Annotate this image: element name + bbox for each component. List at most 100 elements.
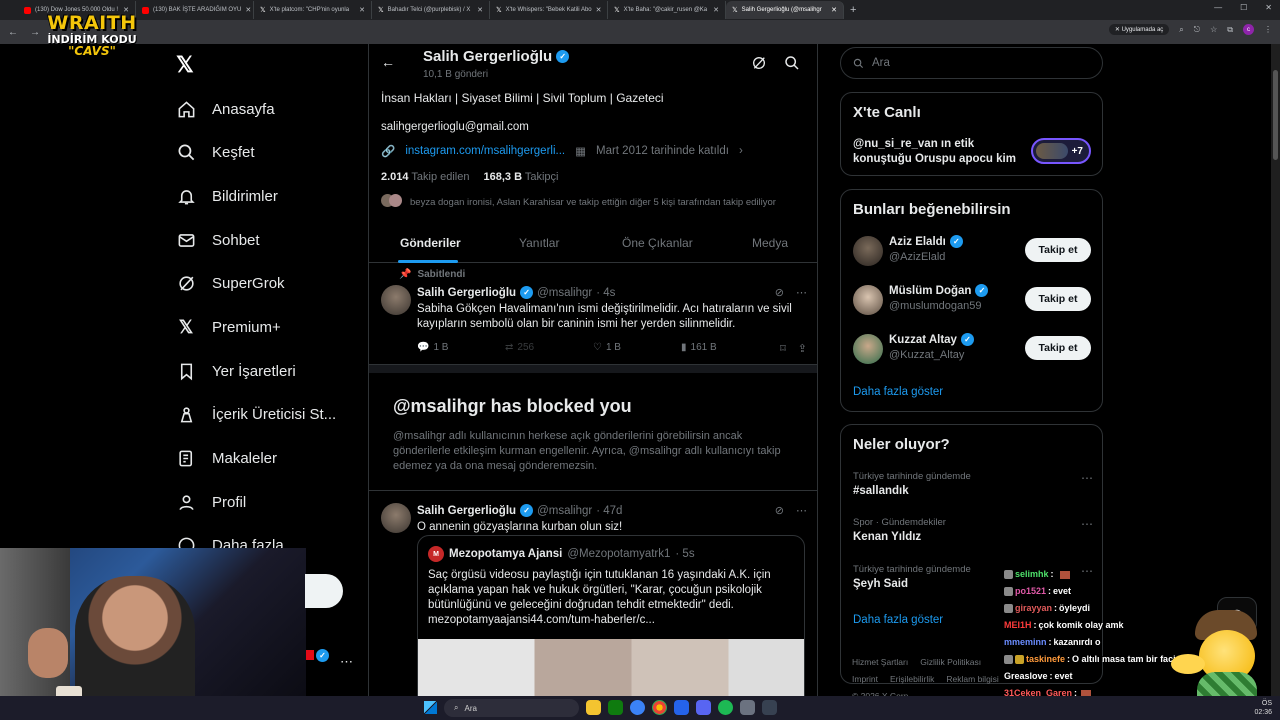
follow-button[interactable]: Takip et <box>1025 238 1091 262</box>
quote-image[interactable] <box>418 639 804 696</box>
following-stat[interactable]: 2.014 Takip edilen <box>381 171 469 183</box>
profile-link[interactable]: instagram.com/msalihgergerli... <box>405 145 565 157</box>
views-button[interactable]: ▮ 161 B <box>681 342 769 353</box>
live-listeners[interactable]: +7 <box>1031 138 1091 164</box>
browser-tab[interactable]: 𝕏 X'te Baha: "@cakir_rusen @Ka ✕ <box>608 1 726 19</box>
footer-link[interactable]: Reklam bilgisi <box>946 674 998 684</box>
nav-item-notifications[interactable]: Bildirimler <box>176 181 278 211</box>
live-space-title[interactable]: @nu_si_re_van ın etik konuştuğu Oruspu a… <box>853 137 1023 167</box>
tab-posts[interactable]: Gönderiler <box>400 236 461 250</box>
nav-item-messages[interactable]: Sohbet <box>176 225 260 255</box>
follow-button[interactable]: Takip et <box>1025 287 1091 311</box>
close-icon[interactable]: ✕ <box>359 6 365 14</box>
windows-start-icon[interactable] <box>424 701 437 714</box>
avatar[interactable] <box>853 285 883 315</box>
zoom-icon[interactable]: ⌕ <box>1179 25 1183 35</box>
suggestion-item[interactable]: Aziz Elaldı ✓ @AzizElald Takip et <box>853 235 1093 271</box>
nav-item-creator-studio[interactable]: İçerik Üreticisi St... <box>176 399 336 429</box>
followers-stat[interactable]: 168,3 B Takipçi <box>483 171 558 183</box>
footer-link[interactable]: Gizlilik Politikası <box>920 657 981 667</box>
scrollbar-thumb[interactable] <box>1273 70 1278 160</box>
nav-item-home[interactable]: Anasayfa <box>176 94 275 124</box>
tab-replies[interactable]: Yanıtlar <box>519 236 559 250</box>
followed-by[interactable]: beyza dogan ironisi, Aslan Karahisar ve … <box>381 194 776 210</box>
browser-tab[interactable]: 𝕏 Bahadır Telci (@purplebisk) / X ✕ <box>372 1 490 19</box>
browser-tab[interactable]: 𝕏 X'te Whispers: "Bebek Katili Abo ✕ <box>490 1 608 19</box>
file-explorer-icon[interactable] <box>586 700 601 715</box>
nav-item-premium[interactable]: 𝕏 Premium+ <box>176 312 281 342</box>
extensions-icon[interactable]: ⧉ <box>1227 25 1233 35</box>
tweet[interactable]: Salih Gergerlioğlu ✓ @msalihgr · 47d ⊘ ⋯… <box>369 491 817 696</box>
back-arrow-icon[interactable]: ← <box>381 54 395 70</box>
app-icon[interactable] <box>674 700 689 715</box>
menu-icon[interactable]: ⋮ <box>1264 25 1272 34</box>
profile-avatar[interactable]: c <box>1243 24 1254 35</box>
close-window-icon[interactable]: ✕ <box>1265 3 1272 12</box>
star-icon[interactable]: ☆ <box>1210 25 1217 34</box>
avatar[interactable] <box>853 236 883 266</box>
back-icon[interactable]: ← <box>8 27 22 38</box>
show-more-link[interactable]: Daha fazla göster <box>853 386 943 398</box>
search-icon[interactable] <box>784 55 800 71</box>
like-button[interactable]: ♡ 1 B <box>593 342 681 353</box>
close-icon[interactable]: ✕ <box>713 6 719 14</box>
footer-link[interactable]: Hizmet Şartları <box>852 657 908 667</box>
grok-icon[interactable] <box>751 55 767 71</box>
bookmark-icon[interactable]: ⌑ <box>780 342 786 355</box>
share-icon[interactable]: ⎋ <box>1194 25 1200 35</box>
suggestion-item[interactable]: Müslüm Doğan ✓ @muslumdogan59 Takip et <box>853 284 1093 320</box>
suggestion-item[interactable]: Kuzzat Altay ✓ @Kuzzat_Altay Takip et <box>853 333 1093 369</box>
maximize-icon[interactable]: ☐ <box>1240 3 1247 12</box>
minimize-icon[interactable]: — <box>1214 3 1222 12</box>
app-icon[interactable] <box>740 700 755 715</box>
trend-item[interactable]: Spor · Gündemdekiler Kenan Yıldız ⋯ <box>853 517 1093 543</box>
show-more-link[interactable]: Daha fazla göster <box>853 614 943 626</box>
spotify-icon[interactable] <box>718 700 733 715</box>
footer-link[interactable]: Erişilebilirlik <box>890 674 934 684</box>
taskbar-search[interactable]: ⌕ Ara <box>444 699 579 717</box>
footer-link[interactable]: Imprint <box>852 674 878 684</box>
grok-icon[interactable]: ⊘ <box>775 504 784 517</box>
share-icon[interactable]: ⇪ <box>798 342 807 355</box>
browser-tab[interactable]: (130) BAK İŞTE ARADIĞIM OYU ✕ <box>136 1 254 19</box>
nav-item-articles[interactable]: Makaleler <box>176 443 277 473</box>
reply-button[interactable]: 💬 1 B <box>417 342 505 353</box>
chevron-right-icon[interactable]: › <box>739 145 743 157</box>
account-menu-icon[interactable]: ⋯ <box>340 654 353 670</box>
nav-item-bookmarks[interactable]: Yer İşaretleri <box>176 356 296 386</box>
avatar[interactable] <box>381 285 411 315</box>
trend-item[interactable]: Türkiye tarihinde gündemde #sallandık ⋯ <box>853 471 1093 497</box>
tab-media[interactable]: Medya <box>752 236 788 250</box>
edge-icon[interactable] <box>630 700 645 715</box>
avatar[interactable] <box>853 334 883 364</box>
avatar[interactable] <box>381 503 411 533</box>
retweet-button[interactable]: ⇄ 256 <box>505 342 593 353</box>
follow-button[interactable]: Takip et <box>1025 336 1091 360</box>
post-button[interactable] <box>305 574 343 608</box>
quoted-tweet[interactable]: M Mezopotamya Ajansi @Mezopotamyatrk1 · … <box>417 535 805 696</box>
browser-tab[interactable]: 𝕏 X'te platcom: "CHP'nin oyunla ✕ <box>254 1 372 19</box>
more-icon[interactable]: ⋯ <box>1081 517 1093 531</box>
chrome-icon[interactable] <box>652 700 667 715</box>
x-logo-icon[interactable]: 𝕏 <box>176 52 194 78</box>
obs-icon[interactable] <box>762 700 777 715</box>
close-icon[interactable]: ✕ <box>477 6 483 14</box>
tab-highlights[interactable]: Öne Çıkanlar <box>622 236 693 250</box>
close-icon[interactable]: ✕ <box>831 6 837 14</box>
close-icon[interactable]: ✕ <box>596 6 602 14</box>
new-tab-button[interactable]: + <box>850 4 856 16</box>
app-icon[interactable] <box>608 700 623 715</box>
more-icon[interactable]: ⋯ <box>796 504 807 517</box>
open-in-app-button[interactable]: ✕ Uygulamada aç <box>1108 24 1170 35</box>
browser-tab-active[interactable]: 𝕏 Salih Gergerlioğlu (@msalihgr ✕ <box>726 1 844 19</box>
grok-icon[interactable]: ⊘ <box>775 286 784 299</box>
discord-icon[interactable] <box>696 700 711 715</box>
nav-item-supergrok[interactable]: SuperGrok <box>176 268 285 298</box>
nav-item-profile[interactable]: Profil <box>176 487 246 517</box>
system-tray[interactable]: ÖS 02:36 <box>1254 699 1272 717</box>
nav-item-explore[interactable]: Keşfet <box>176 137 255 167</box>
pinned-tweet[interactable]: 📌 Sabitlendi Salih Gergerlioğlu ✓ @msali… <box>369 264 817 365</box>
more-icon[interactable]: ⋯ <box>796 286 807 299</box>
search-input[interactable]: Ara <box>840 47 1103 79</box>
more-icon[interactable]: ⋯ <box>1081 471 1093 485</box>
